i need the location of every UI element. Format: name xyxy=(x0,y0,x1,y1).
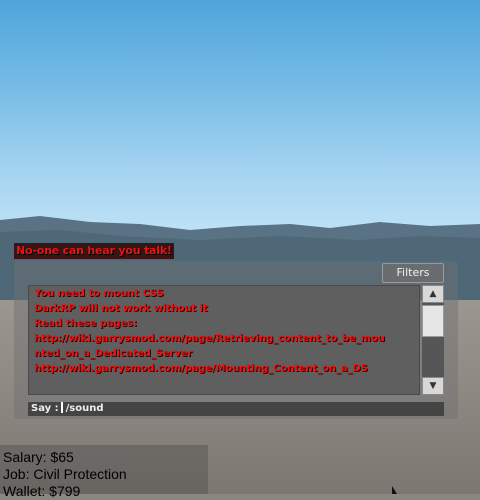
chat-line: Read these pages: xyxy=(34,318,137,329)
chat-log[interactable]: You need to mount CSS DarkRP will not wo… xyxy=(28,285,420,395)
say-label: Say : xyxy=(31,403,59,414)
mouse-cursor-icon xyxy=(392,486,397,494)
chat-line: You need to mount CSS xyxy=(34,288,164,299)
filters-button[interactable]: Filters xyxy=(382,263,444,283)
voice-warning-label: No-one can hear you talk! xyxy=(14,243,174,259)
wallet-text: Wallet: $799 xyxy=(3,483,81,499)
chat-box: Filters You need to mount CSS DarkRP wil… xyxy=(14,261,458,419)
salary-text: Salary: $65 xyxy=(3,449,74,465)
text-cursor xyxy=(60,402,63,413)
chat-line: nted_on_a_Dedicated_Server xyxy=(34,348,193,359)
sky-background xyxy=(0,0,480,240)
arrow-up-icon[interactable]: ▲ xyxy=(422,285,444,303)
chat-input[interactable]: Say : /sound xyxy=(28,402,444,416)
chat-line: DarkRP will not work without it xyxy=(34,303,208,314)
player-info-hud: Salary: $65 Job: Civil Protection Wallet… xyxy=(0,445,208,499)
chat-input-value[interactable]: /sound xyxy=(66,403,104,414)
scroll-thumb[interactable] xyxy=(422,305,444,337)
arrow-down-icon[interactable]: ▼ xyxy=(422,377,444,395)
chat-line: http://wiki.garrysmod.com/page/Mounting_… xyxy=(34,363,368,374)
job-text: Job: Civil Protection xyxy=(3,466,127,482)
chat-line: http://wiki.garrysmod.com/page/Retrievin… xyxy=(34,333,385,344)
chat-scrollbar[interactable]: ▲ ▼ xyxy=(422,285,444,395)
